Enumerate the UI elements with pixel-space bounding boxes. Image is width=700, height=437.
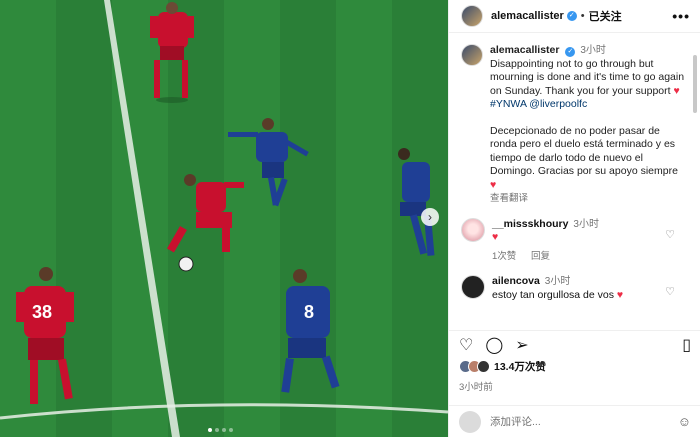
comments-scroll-area[interactable]: alemacallister ✓ 3小时 Disappointing not t… (449, 34, 700, 324)
comment-time: 3小时 (544, 276, 571, 287)
heart-outline-icon[interactable]: ♡ (665, 285, 675, 298)
carousel-dot (222, 428, 226, 432)
bookmark-icon[interactable]: ▯ (682, 335, 691, 355)
see-translation-link[interactable]: 查看翻译 (490, 192, 686, 206)
likes-count[interactable]: 13.4万次赞 (494, 359, 546, 374)
chevron-right-icon: › (428, 210, 432, 224)
scrollbar[interactable] (693, 55, 697, 113)
heart-outline-icon[interactable]: ♡ (665, 228, 675, 241)
verified-badge-icon: ✓ (566, 11, 577, 21)
caption: alemacallister ✓ 3小时 Disappointing not t… (461, 44, 687, 206)
post-side-panel: alemacallister ✓ • 已关注 ••• alemacalliste… (448, 0, 700, 437)
caption-tags[interactable]: #YNWA @liverpoolfc (490, 98, 686, 112)
red-heart-emoji: ♥ (490, 178, 497, 191)
follow-button[interactable]: 已关注 (589, 8, 622, 24)
comment: __missskhoury 3小时 ♥ 1次赞 回复 ♡ (461, 217, 687, 264)
caption-english: Disappointing not to go through but mour… (490, 57, 685, 97)
comment-text: ♥ (492, 231, 499, 243)
separator-dot: • (580, 10, 585, 22)
more-options-button[interactable]: ••• (672, 8, 690, 24)
football-pitch-image: 38 8 (0, 0, 448, 437)
post-photo[interactable]: 38 8 › (0, 0, 448, 437)
post-actions: ♡ ◯ ➢ ▯ 13.4万次赞 3小时前 (449, 330, 700, 393)
caption-username[interactable]: alemacallister (490, 44, 559, 56)
carousel-dot (215, 428, 219, 432)
caption-spanish: Decepcionado de no poder pasar de ronda … (490, 124, 678, 178)
emoji-icon[interactable]: ☺ (678, 414, 691, 429)
svg-text:38: 38 (32, 302, 52, 322)
avatar[interactable] (461, 275, 485, 299)
comment-input[interactable]: 添加评论... (490, 414, 541, 429)
post-header: alemacallister ✓ • 已关注 ••• (449, 0, 700, 33)
comment-icon[interactable]: ◯ (485, 335, 503, 355)
header-username[interactable]: alemacallister (491, 10, 564, 22)
red-heart-emoji: ♥ (616, 288, 624, 301)
verified-badge-icon: ✓ (565, 47, 576, 57)
carousel-indicator (208, 428, 233, 432)
heart-outline-icon[interactable]: ♡ (459, 335, 473, 355)
share-icon[interactable]: ➢ (515, 335, 528, 355)
comment-username[interactable]: ailencova (492, 275, 540, 287)
comment-likes[interactable]: 1次赞 (492, 251, 516, 262)
avatar (459, 410, 481, 433)
carousel-dot (229, 428, 233, 432)
avatar[interactable] (461, 44, 483, 66)
comment-text: estoy tan orgullosa de vos (492, 288, 614, 301)
add-comment-bar: 添加评论... ☺ (449, 405, 700, 437)
post-modal: 38 8 › alemacallister ✓ • 已关注 ••• alemac… (0, 0, 700, 437)
comment-time: 3小时 (573, 218, 599, 230)
reply-button[interactable]: 回复 (531, 251, 550, 262)
avatar[interactable] (461, 217, 485, 242)
next-photo-button[interactable]: › (421, 208, 439, 226)
svg-text:8: 8 (304, 302, 314, 322)
comment: ailencova 3小时 estoy tan orgullosa de vos… (461, 275, 687, 302)
comment-username[interactable]: __missskhoury (492, 218, 568, 230)
posted-time: 3小时前 (459, 382, 493, 393)
liker-avatars (459, 360, 490, 373)
caption-time: 3小时 (580, 45, 606, 56)
carousel-dot (208, 428, 212, 432)
likes-summary[interactable]: 13.4万次赞 (459, 359, 691, 374)
avatar[interactable] (461, 5, 483, 27)
red-heart-emoji: ♥ (673, 84, 680, 97)
